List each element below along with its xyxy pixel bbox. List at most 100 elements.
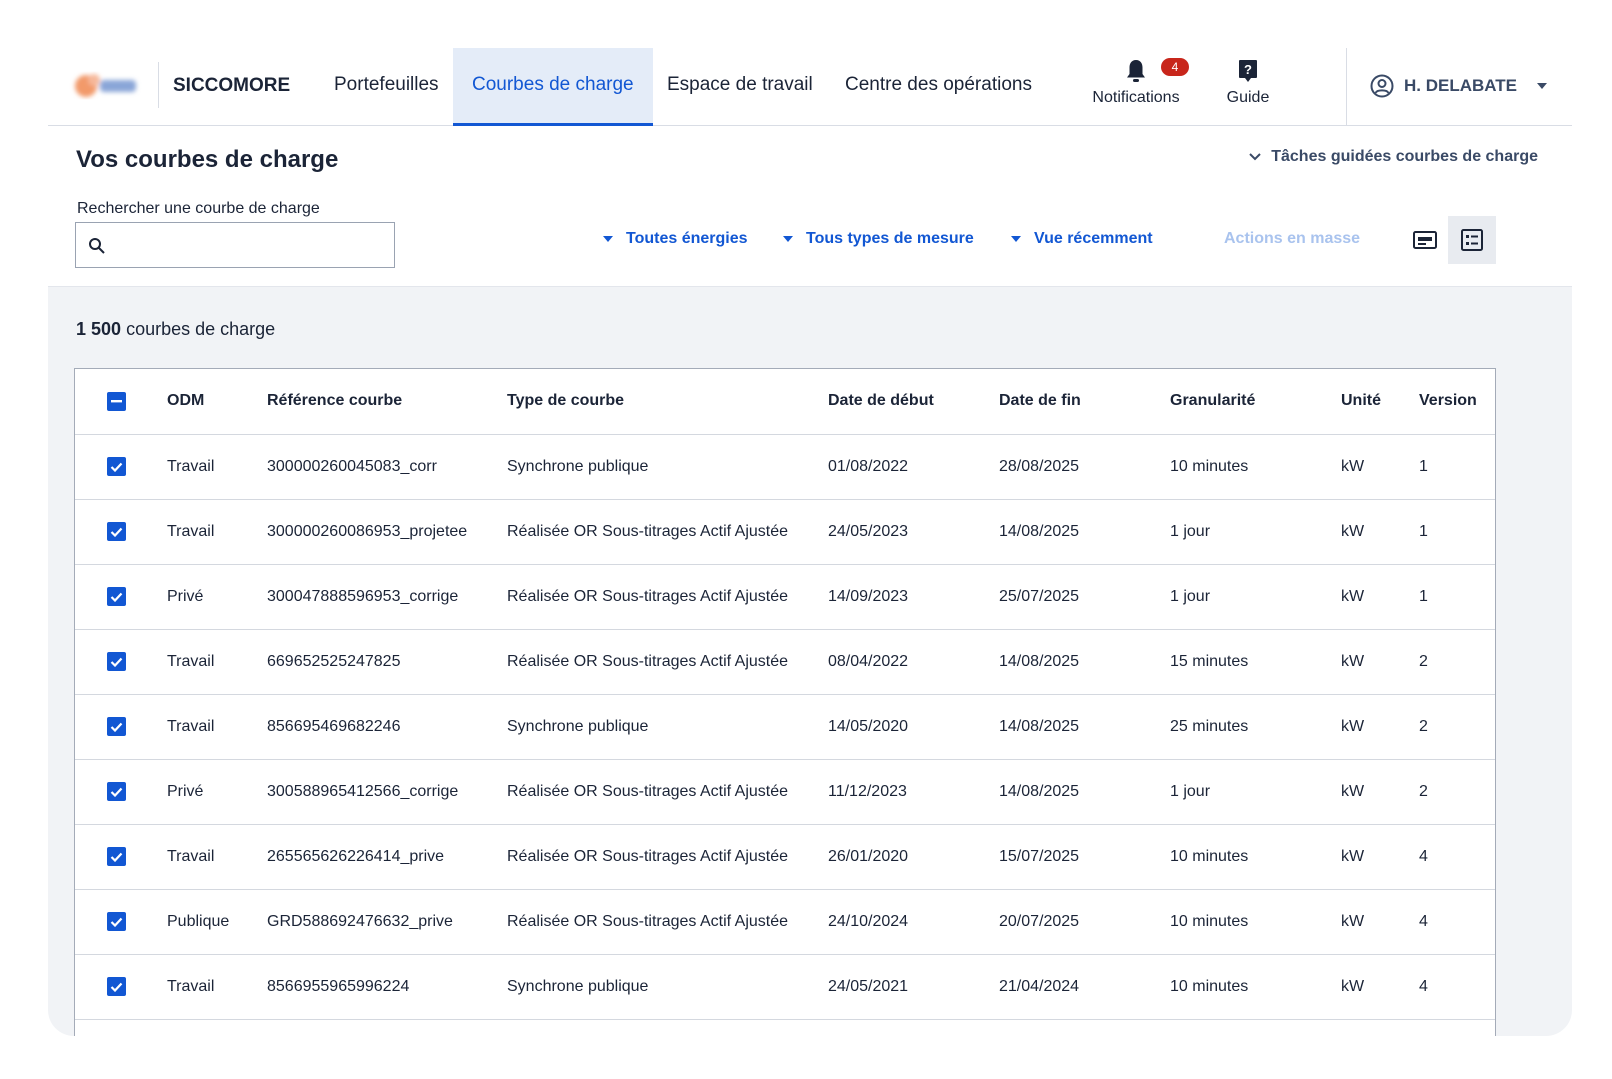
column-header-reference[interactable]: Référence courbe [267, 369, 507, 435]
guide-button[interactable]: ? Guide [1222, 58, 1274, 107]
caret-down-icon [1537, 83, 1548, 89]
page-title: Vos courbes de charge [76, 146, 339, 173]
cell-odm: Travail [167, 434, 267, 500]
column-header-version[interactable]: Version [1419, 369, 1495, 435]
cell-reference: 8566955965996224 [267, 954, 507, 1020]
row-checkbox-cell [75, 694, 167, 760]
table-row[interactable]: Travail 300000260045083_corr Synchrone pub… [75, 434, 1495, 500]
cell-type: Synchrone publique [507, 434, 828, 500]
search-input[interactable] [116, 231, 386, 259]
table-row[interactable]: Travail 300000260086953_projetee Réalisée … [75, 499, 1495, 565]
check-icon [110, 462, 123, 472]
row-checkbox[interactable] [107, 782, 126, 801]
list-view-button[interactable] [1448, 216, 1496, 264]
row-checkbox[interactable] [107, 522, 126, 541]
cell-start-date: 01/08/2022 [828, 434, 999, 500]
row-checkbox[interactable] [107, 847, 126, 866]
column-header-end-date[interactable]: Date de fin [999, 369, 1170, 435]
row-checkbox[interactable] [107, 587, 126, 606]
check-icon [110, 527, 123, 537]
energy-filter-dropdown[interactable]: Toutes énergies [602, 230, 748, 248]
guided-tasks-label: Tâches guidées courbes de charge [1271, 148, 1538, 165]
row-checkbox[interactable] [107, 457, 126, 476]
cell-version: 2 [1419, 694, 1495, 760]
cell-granularity: 10 minutes [1170, 889, 1341, 955]
row-checkbox-cell [75, 629, 167, 695]
table-row[interactable]: Privé 300588965412566_corrige Réalisée OR … [75, 759, 1495, 825]
tab-espace-de-travail[interactable]: Espace de travail [648, 48, 832, 126]
cell-odm: Publique [167, 889, 267, 955]
table-row[interactable]: Travail 8566955965996224 Synchrone publiqu… [75, 954, 1495, 1020]
cell-unit: kW [1341, 694, 1419, 760]
cell-unit: kW [1341, 564, 1419, 630]
tab-centre-des-operations[interactable]: Centre des opérations [826, 48, 1051, 126]
card-view-button[interactable] [1401, 216, 1449, 264]
column-header-granularity[interactable]: Granularité [1170, 369, 1341, 435]
cell-start-date: 26/01/2020 [828, 824, 999, 890]
top-header: SICCOMORE Portefeuilles Courbes de charg… [48, 48, 1572, 126]
column-header-start-date[interactable]: Date de début [828, 369, 999, 435]
recent-view-dropdown[interactable]: Vue récemment [1010, 230, 1153, 248]
check-icon [110, 722, 123, 732]
cell-reference: 300047888596953_corrige [267, 564, 507, 630]
header-divider [1346, 48, 1347, 126]
table-row[interactable]: Privé 300047888596953_corrige Réalisée OR … [75, 564, 1495, 630]
cell-end-date: 21/04/2024 [999, 954, 1170, 1020]
indeterminate-icon [111, 399, 122, 403]
table-row[interactable]: Travail 265565626226414_prive Réalisée OR … [75, 824, 1495, 890]
results-count-label: courbes de charge [126, 319, 276, 339]
curves-table: ODM Référence courbe Type de courbe Date… [74, 368, 1496, 1036]
cell-unit: kW [1341, 824, 1419, 890]
table-row[interactable]: Travail 669652525247825 Réalisée OR Sous-t… [75, 629, 1495, 695]
cell-start-date: 14/09/2023 [828, 564, 999, 630]
cell-reference: 300000260086953_projetee [267, 499, 507, 565]
cell-start-date: 24/05/2021 [828, 954, 999, 1020]
notifications-label: Notifications [1092, 89, 1180, 106]
search-field[interactable] [75, 222, 395, 268]
cell-unit: kW [1341, 954, 1419, 1020]
table-row[interactable]: Publique GRD588692476632_prive Réalisée OR… [75, 889, 1495, 955]
cell-start-date: 08/04/2022 [828, 629, 999, 695]
user-name: H. DELABATE [1404, 76, 1518, 95]
cell-reference: 669652525247825 [267, 629, 507, 695]
cell-end-date: 14/08/2025 [999, 629, 1170, 695]
row-checkbox[interactable] [107, 912, 126, 931]
cell-end-date: 14/08/2025 [999, 759, 1170, 825]
mass-actions-button[interactable]: Actions en masse [1224, 230, 1360, 248]
cell-granularity: 25 minutes [1170, 694, 1341, 760]
cell-odm: Travail [167, 694, 267, 760]
column-header-type[interactable]: Type de courbe [507, 369, 828, 435]
cell-granularity: 10 minutes [1170, 824, 1341, 890]
recent-view-label: Vue récemment [1034, 230, 1153, 247]
row-checkbox-cell [75, 434, 167, 500]
column-header-odm[interactable]: ODM [167, 369, 267, 435]
guided-tasks-toggle[interactable]: Tâches guidées courbes de charge [1249, 148, 1538, 166]
row-checkbox[interactable] [107, 977, 126, 996]
tab-courbes-de-charge[interactable]: Courbes de charge [453, 48, 653, 126]
notification-count-badge: 4 [1161, 58, 1189, 76]
results-count: 1 500 courbes de charge [76, 319, 275, 340]
cell-version: 2 [1419, 629, 1495, 695]
cell-end-date: 14/08/2025 [999, 694, 1170, 760]
cell-type: Réalisée OR Sous-titrages Actif Ajustée [507, 824, 828, 890]
row-checkbox-cell [75, 824, 167, 890]
cell-odm: Travail [167, 954, 267, 1020]
row-checkbox[interactable] [107, 717, 126, 736]
user-menu[interactable]: H. DELABATE [1370, 72, 1549, 100]
row-checkbox-cell [75, 564, 167, 630]
row-checkbox[interactable] [107, 652, 126, 671]
notifications-button[interactable]: 4 Notifications [1091, 58, 1189, 107]
tab-portefeuilles[interactable]: Portefeuilles [315, 48, 458, 126]
cell-reference: GRD588692476632_prive [267, 889, 507, 955]
table-row[interactable]: Travail 856695469682246 Synchrone publique… [75, 694, 1495, 760]
column-header-unit[interactable]: Unité [1341, 369, 1419, 435]
select-all-checkbox[interactable] [107, 391, 126, 411]
cell-unit: kW [1341, 629, 1419, 695]
cell-granularity: 1 jour [1170, 499, 1341, 565]
cell-version: 2 [1419, 759, 1495, 825]
logo-divider [158, 62, 159, 108]
check-icon [110, 592, 123, 602]
cell-reference: 856695469682246 [267, 694, 507, 760]
cell-reference: 300588965412566_corrige [267, 759, 507, 825]
measure-filter-dropdown[interactable]: Tous types de mesure [782, 230, 974, 248]
